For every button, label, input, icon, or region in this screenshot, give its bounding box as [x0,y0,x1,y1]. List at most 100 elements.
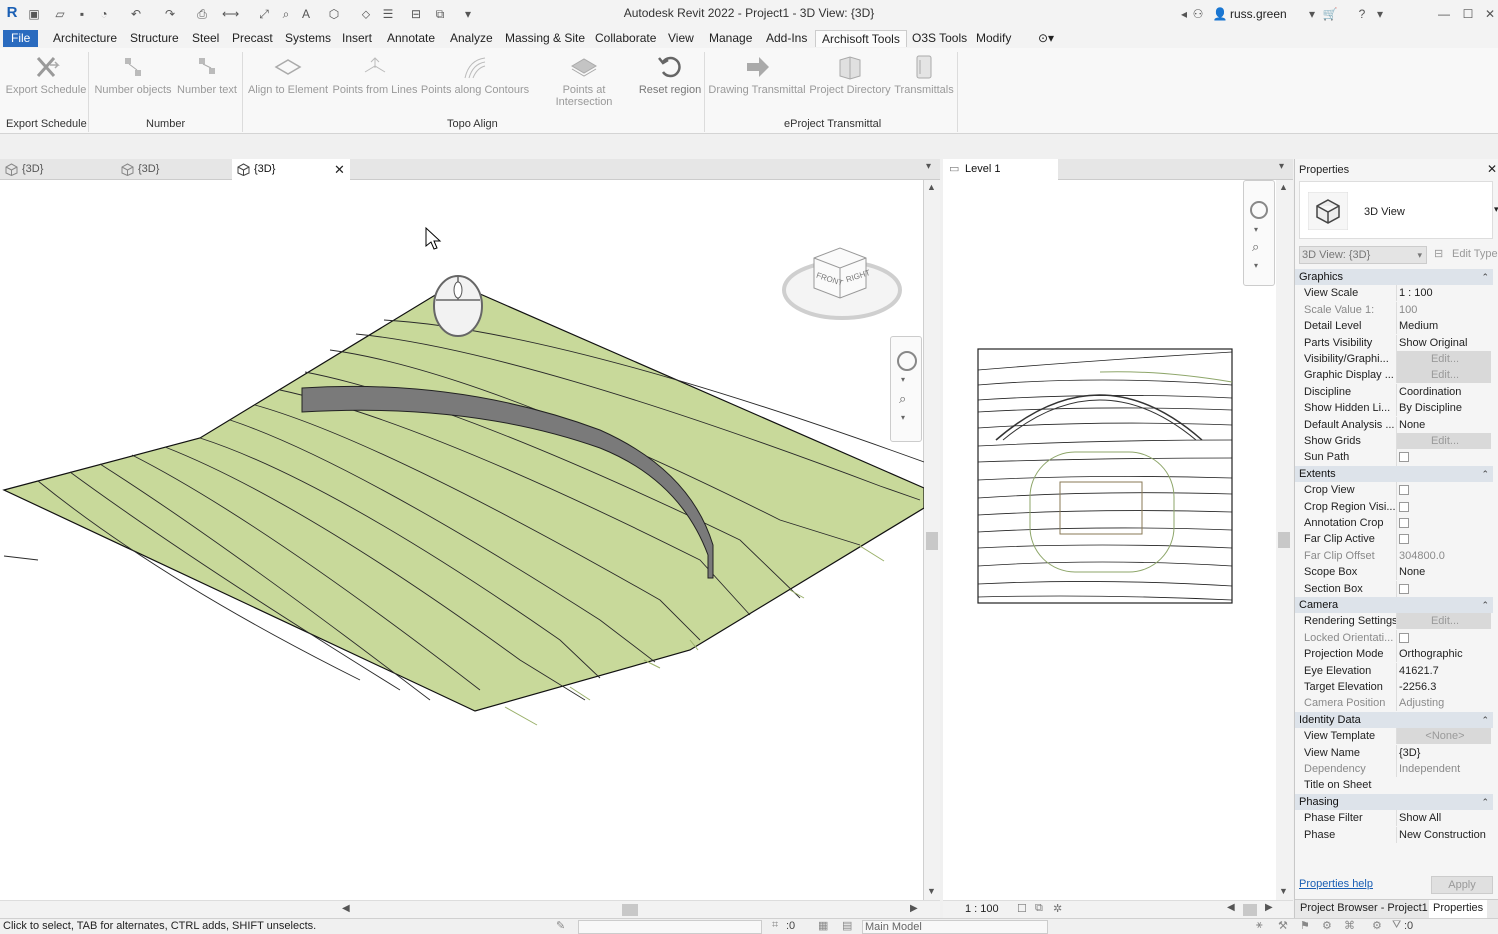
property-value[interactable]: Coordination [1396,383,1491,400]
panel-export-schedule[interactable]: Export Schedule [6,118,87,130]
tab-structure[interactable]: Structure [128,30,181,47]
group-identity[interactable]: Identity Data ⌃ [1295,711,1493,728]
property-value[interactable]: None [1396,564,1491,581]
collapse-icon[interactable]: ⌃ [1481,466,1489,482]
property-edit-button[interactable]: Edit... [1396,351,1491,367]
properties-help-link[interactable]: Properties help [1299,878,1373,890]
select-links-icon[interactable]: ⚹ [1256,919,1263,932]
property-checkbox-cell[interactable] [1396,449,1491,468]
property-value[interactable]: {3D} [1396,744,1491,761]
workset-select[interactable] [578,920,762,934]
close-icon[interactable]: ✕ [1487,162,1497,176]
project-directory-button[interactable]: Project Directory [808,54,892,96]
help-icon[interactable]: ? [1354,6,1370,22]
close-tab-icon[interactable]: ✕ [334,159,345,180]
tab-list-icon[interactable]: ▾ [1279,161,1284,172]
tab-list-icon[interactable]: ▾ [926,161,931,172]
tab-o3s-tools[interactable]: O3S Tools [910,30,969,47]
select-underlay-icon[interactable]: ⚒ [1278,919,1288,932]
checkbox[interactable] [1399,452,1409,463]
scroll-right-icon[interactable]: ▶ [1265,902,1273,913]
collapse-icon[interactable]: ⌃ [1481,269,1489,285]
worksharing-icon[interactable]: ✎ [556,919,565,932]
group-phasing[interactable]: Phasing ⌃ [1295,793,1493,810]
instance-filter-select[interactable]: 3D View: {3D} ▾ [1299,246,1427,264]
crop-region[interactable] [977,348,1233,604]
scroll-down-icon[interactable]: ▼ [927,886,936,896]
property-value[interactable]: By Discipline [1396,400,1491,417]
points-along-contours-button[interactable]: Points along Contours [420,54,530,96]
view-tab-level-1[interactable]: ▭ Level 1 [943,159,1058,180]
wheel-dropdown-icon[interactable]: ▾ [901,375,905,384]
help-dropdown-icon[interactable]: ▾ [1372,6,1388,22]
view-tab-3d-2[interactable]: {3D} [116,159,232,180]
checkbox[interactable] [1399,501,1409,512]
tab-manage[interactable]: Manage [707,30,754,47]
scroll-down-icon[interactable]: ▼ [1279,886,1288,896]
tab-systems[interactable]: Systems [283,30,333,47]
type-dropdown-icon[interactable]: ▾ [1494,204,1498,215]
filter-icon[interactable]: ⛛ [1392,919,1401,932]
checkbox[interactable] [1399,485,1409,496]
checkbox[interactable] [1399,518,1409,528]
collapse-icon[interactable]: ⌃ [1481,712,1489,728]
group-camera[interactable]: Camera ⌃ [1295,597,1493,613]
zoom-region-icon[interactable]: ⌕ [1252,239,1259,255]
property-checkbox-cell[interactable] [1396,515,1491,533]
scroll-thumb[interactable] [622,904,638,916]
plan-vertical-scrollbar[interactable]: ▲ ▼ [1276,180,1293,900]
close-icon[interactable]: ✕ [1482,6,1498,22]
user-icon[interactable]: 👤 [1212,6,1228,22]
group-extents[interactable]: Extents ⌃ [1295,465,1493,482]
scroll-right-icon[interactable]: ▶ [910,903,918,914]
zoom-dropdown-icon[interactable]: ▾ [901,413,905,422]
vertical-scrollbar[interactable]: ▲ ▼ [924,180,940,900]
tab-project-browser[interactable]: Project Browser - Project1 [1300,902,1428,914]
design-options-icon[interactable]: ▦ [818,919,828,932]
scroll-thumb[interactable] [1278,532,1290,548]
scroll-thumb[interactable] [1243,904,1257,916]
property-edit-button[interactable]: <None> [1396,728,1491,745]
drawing-transmittal-button[interactable]: Drawing Transmittal [707,54,807,96]
scroll-left-icon[interactable]: ◀ [1227,902,1235,913]
reset-region-button[interactable]: Reset region [638,54,702,96]
property-value[interactable]: Show Original [1396,334,1491,351]
sun-path-icon[interactable]: ✲ [1053,902,1062,915]
steering-wheel-icon[interactable] [897,351,917,371]
tab-precast[interactable]: Precast [230,30,275,47]
user-dropdown-icon[interactable]: ▾ [1304,6,1320,22]
checkbox[interactable] [1399,632,1409,643]
property-edit-button[interactable]: Edit... [1396,367,1491,384]
zoom-dropdown-icon[interactable]: ▾ [1254,261,1258,270]
wheel-dropdown-icon[interactable]: ▾ [1254,225,1258,234]
export-schedule-button[interactable]: Export Schedule [5,54,87,96]
tab-massing-site[interactable]: Massing & Site [503,30,587,47]
view-tab-3d-active[interactable]: {3D} ✕ [232,159,350,180]
number-text-button[interactable]: Number text [175,54,239,96]
tab-archisoft-tools[interactable]: Archisoft Tools [815,30,907,47]
main-model-select[interactable]: Main Model [862,920,1048,934]
tab-collaborate[interactable]: Collaborate [593,30,658,47]
property-checkbox-cell[interactable] [1396,629,1491,648]
toposurface[interactable] [2,282,925,712]
property-value[interactable]: 1 : 100 [1396,285,1491,302]
minimize-icon[interactable]: — [1436,6,1452,22]
2d-wheel-icon[interactable] [1250,201,1268,219]
edit-requests-icon[interactable]: ⌗ [772,919,778,932]
visual-style-icon[interactable]: ⧉ [1035,902,1043,915]
property-value[interactable]: 100 [1396,301,1491,318]
property-value[interactable]: Adjusting [1396,695,1491,712]
tab-insert[interactable]: Insert [340,30,374,47]
property-checkbox-cell[interactable] [1396,580,1491,599]
tab-file[interactable]: File [3,30,39,47]
detail-level-icon[interactable]: ☐ [1017,902,1027,915]
tab-properties[interactable]: Properties [1429,900,1488,919]
property-value[interactable]: Independent [1396,761,1491,777]
scroll-up-icon[interactable]: ▲ [1279,182,1288,192]
panel-number[interactable]: Number [146,118,185,130]
collapse-icon[interactable]: ⌃ [1481,794,1489,810]
scroll-up-icon[interactable]: ▲ [927,182,936,192]
group-graphics[interactable]: Graphics ⌃ [1295,269,1493,285]
property-value[interactable]: 41621.7 [1396,662,1491,679]
property-value[interactable]: Show All [1396,810,1491,827]
